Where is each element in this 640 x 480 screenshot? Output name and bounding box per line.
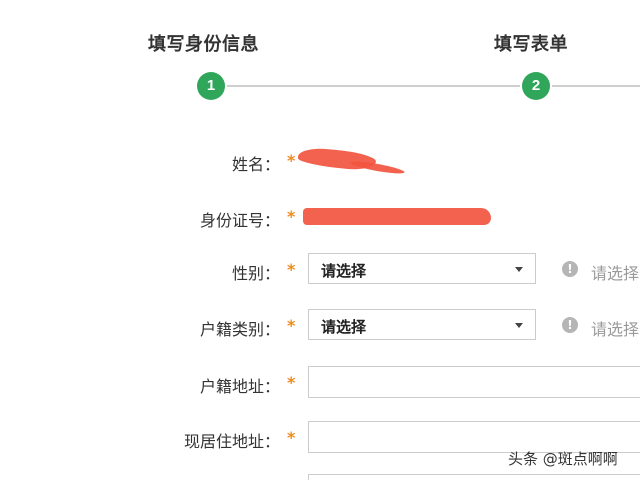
required-mark: *: [287, 373, 296, 392]
gender-hint: 请选择: [591, 264, 640, 283]
form-row-hukou-type: 户籍类别： * 请选择 ! 请选择: [0, 309, 640, 343]
hukou-address-input[interactable]: [308, 366, 640, 398]
required-mark: *: [287, 428, 296, 447]
hukou-type-select-value: 请选择: [321, 318, 367, 336]
caret-down-icon: [515, 267, 523, 272]
gender-select-value: 请选择: [321, 262, 367, 280]
form-row-name: 姓名： *: [0, 144, 640, 178]
hukou-type-select[interactable]: 请选择: [308, 309, 536, 340]
required-mark: *: [287, 207, 296, 226]
info-icon: !: [562, 317, 578, 333]
name-label: 姓名：: [231, 155, 280, 174]
required-mark: *: [287, 151, 296, 170]
step-2-indicator: 2: [522, 72, 550, 100]
step-2-title: 填写表单: [494, 34, 568, 55]
form-row-hukou-address: 户籍地址： *: [0, 366, 640, 400]
id-number-redaction: [303, 208, 491, 225]
gender-label: 性别：: [231, 264, 280, 283]
current-address-label: 现居住地址：: [183, 432, 280, 451]
required-mark: *: [287, 260, 296, 279]
hukou-type-hint: 请选择: [591, 320, 640, 339]
id-number-label: 身份证号：: [199, 211, 280, 230]
form-row-id-number: 身份证号： *: [0, 200, 640, 234]
caret-down-icon: [515, 323, 523, 328]
watermark: 头条 @斑点啊啊: [508, 450, 618, 468]
next-field-partial[interactable]: [308, 474, 640, 480]
gender-select[interactable]: 请选择: [308, 253, 536, 284]
step-1-title: 填写身份信息: [148, 34, 259, 55]
info-icon: !: [562, 261, 578, 277]
hukou-address-label: 户籍地址：: [199, 377, 280, 396]
required-mark: *: [287, 316, 296, 335]
step-1-indicator: 1: [197, 72, 225, 100]
hukou-type-label: 户籍类别：: [199, 320, 280, 339]
step-progress-line: [216, 85, 640, 87]
form-row-gender: 性别： * 请选择 ! 请选择: [0, 253, 640, 287]
page: 填写身份信息 填写表单 1 2 姓名： * 身份证号： * 性别： * 请选择 …: [0, 0, 640, 480]
